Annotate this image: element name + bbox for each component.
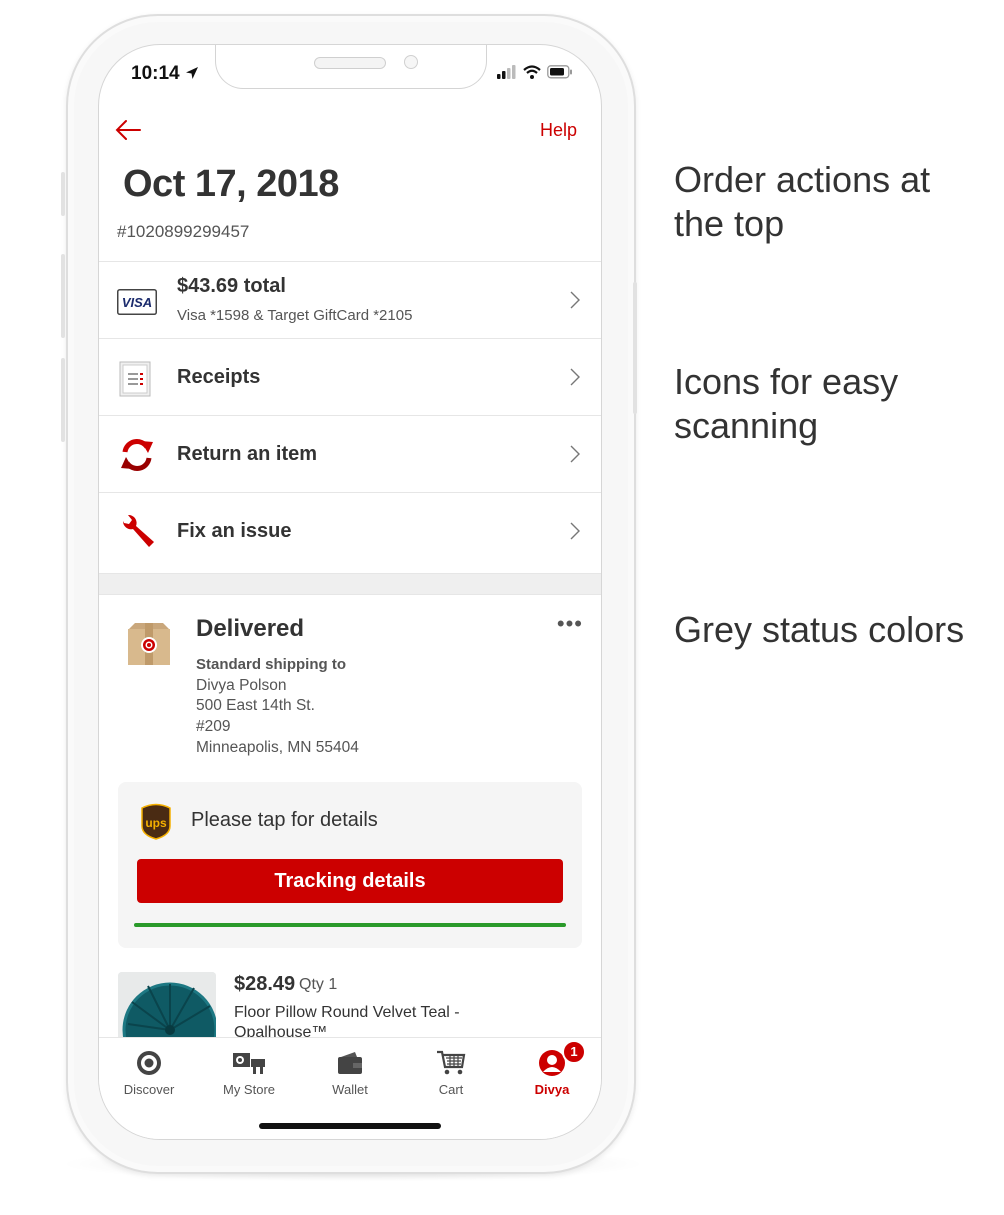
annotation-order-actions: Order actions at the top: [674, 159, 931, 244]
product-quantity: Qty 1: [299, 976, 338, 993]
wifi-icon: [523, 65, 541, 79]
address-line: 500 East 14th St.: [196, 697, 315, 714]
address-line: Minneapolis, MN 55404: [196, 739, 359, 756]
status-indicators: [497, 65, 573, 79]
address-line: Divya Polson: [196, 677, 287, 694]
visa-card-icon: VISA: [117, 289, 157, 315]
tracking-card[interactable]: ups Please tap for details Tracking deta…: [118, 782, 582, 948]
status-time-text: 10:14: [131, 63, 180, 84]
tab-label: Cart: [438, 1082, 464, 1097]
delivery-status: Delivered: [196, 615, 305, 642]
tab-account[interactable]: 1 Divya: [502, 1040, 601, 1097]
wrench-icon: [122, 514, 154, 547]
return-icon: [121, 439, 153, 471]
address-line: #209: [196, 718, 231, 735]
order-date: Oct 17, 2018: [123, 163, 339, 205]
velvet-pillow-image: [118, 972, 216, 1042]
tracking-progress-bar: [134, 923, 566, 927]
payment-row[interactable]: VISA $43.69 total Visa *1598 & Target Gi…: [99, 261, 601, 338]
chevron-right-icon: [570, 445, 580, 463]
power-button: [633, 282, 637, 414]
camera: [404, 55, 418, 69]
more-options-button[interactable]: •••: [557, 611, 583, 637]
speaker: [314, 57, 386, 69]
volume-up-button: [61, 254, 65, 338]
home-indicator[interactable]: [259, 1123, 441, 1129]
wallet-icon: [338, 1052, 362, 1074]
svg-text:ups: ups: [145, 816, 167, 830]
payment-detail: Visa *1598 & Target GiftCard *2105: [177, 307, 413, 324]
phone-screen: 10:14 Help Oct 17, 2018 #1020899299457 V…: [98, 44, 602, 1140]
receipts-row[interactable]: Receipts: [99, 338, 601, 415]
chevron-right-icon: [570, 291, 580, 309]
package-icon: [128, 623, 170, 665]
volume-down-button: [61, 358, 65, 442]
order-actions-list: VISA $43.69 total Visa *1598 & Target Gi…: [99, 261, 601, 569]
tracking-message: Please tap for details: [191, 809, 378, 831]
tab-my-store[interactable]: My Store: [199, 1046, 299, 1097]
ups-logo-icon: ups: [141, 803, 171, 840]
product-price: $28.49: [234, 973, 296, 995]
tab-label: Discover: [123, 1082, 175, 1097]
chevron-right-icon: [570, 368, 580, 386]
tab-cart[interactable]: Cart: [401, 1046, 501, 1097]
return-item-row[interactable]: Return an item: [99, 415, 601, 492]
back-arrow-icon[interactable]: [113, 117, 143, 143]
cart-icon: [437, 1050, 466, 1075]
card-brand-text: VISA: [122, 295, 152, 310]
store-icon: [233, 1053, 265, 1074]
notification-badge: 1: [562, 1040, 586, 1064]
mute-switch: [61, 172, 65, 216]
help-link[interactable]: Help: [540, 120, 577, 141]
order-number: #1020899299457: [117, 222, 250, 241]
notch: [215, 45, 487, 89]
tab-label: Divya: [534, 1082, 570, 1097]
signal-icon: [497, 65, 516, 79]
shipping-label: Standard shipping to: [196, 656, 346, 673]
annotation-icons: Icons for easy scanning: [674, 361, 899, 446]
tracking-details-button[interactable]: Tracking details: [137, 859, 563, 903]
tab-discover[interactable]: Discover: [99, 1046, 199, 1097]
section-divider: [99, 573, 601, 595]
payment-total: $43.69 total: [177, 275, 286, 297]
target-bullseye-icon: [137, 1051, 161, 1075]
chevron-right-icon: [570, 522, 580, 540]
fix-issue-label: Fix an issue: [177, 520, 292, 542]
battery-icon: [547, 65, 572, 79]
fix-issue-row[interactable]: Fix an issue: [99, 492, 601, 569]
status-time: 10:14: [131, 63, 199, 85]
receipts-label: Receipts: [177, 366, 261, 388]
receipt-icon: [119, 361, 151, 397]
tab-label: Wallet: [332, 1082, 368, 1097]
annotation-status-colors: Grey status colors: [674, 609, 965, 650]
tab-wallet[interactable]: Wallet: [300, 1046, 400, 1097]
product-image[interactable]: [118, 972, 216, 1042]
location-arrow-icon: [185, 67, 198, 79]
return-item-label: Return an item: [177, 443, 318, 465]
tab-label: My Store: [222, 1082, 275, 1097]
